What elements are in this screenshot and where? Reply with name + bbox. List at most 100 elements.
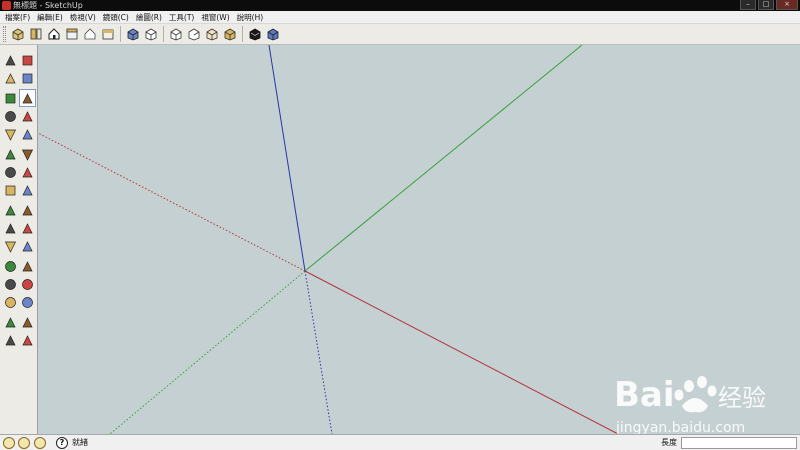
home-view-button[interactable] (45, 25, 63, 43)
zoom-next-tool[interactable] (19, 293, 36, 311)
position-camera-tool[interactable] (2, 313, 19, 331)
title-bar: 無標題 - SketchUp – □ × (0, 0, 800, 11)
sign-in-icon[interactable] (34, 437, 46, 449)
menu-edit[interactable]: 編輯(E) (35, 11, 68, 24)
layout-icon (102, 29, 114, 40)
zoom-previous-tool[interactable] (2, 293, 19, 311)
warehouse-button[interactable] (63, 25, 81, 43)
palette-row (1, 51, 37, 69)
axes-tool[interactable] (2, 237, 19, 255)
rotate-tool[interactable] (2, 163, 19, 181)
look-around-tool[interactable] (19, 313, 36, 331)
pencil-icon (22, 92, 33, 103)
length-input[interactable] (681, 437, 797, 449)
zoom-previous-icon (5, 296, 16, 308)
move-icon (5, 148, 16, 159)
walk-tool[interactable] (2, 331, 19, 349)
polygon-tool[interactable] (2, 125, 19, 143)
status-text: 就緒 (72, 438, 88, 447)
minimize-button[interactable]: – (740, 0, 756, 10)
blue-axis-negative (304, 270, 333, 434)
3d-text-tool[interactable] (19, 237, 36, 255)
front-view-button[interactable] (167, 25, 185, 43)
pan-tool[interactable] (19, 257, 36, 275)
menu-camera[interactable]: 鏡頭(C) (101, 11, 134, 24)
maximize-button[interactable]: □ (758, 0, 774, 10)
zoom-next-icon (22, 296, 33, 308)
menu-file[interactable]: 檔案(F) (3, 11, 35, 24)
toolbar-separator (120, 26, 121, 42)
arc-tool[interactable] (19, 107, 36, 125)
circle-tool[interactable] (2, 107, 19, 125)
palette-row (1, 89, 37, 107)
zoom-window-tool[interactable] (19, 275, 36, 293)
palette-row (1, 163, 37, 181)
eraser-icon (22, 55, 33, 65)
palette-row (1, 181, 37, 199)
menu-window[interactable]: 視窗(W) (199, 11, 234, 24)
red-axis-negative (38, 132, 306, 272)
orbit-tool[interactable] (2, 257, 19, 275)
eraser-tool[interactable] (19, 51, 36, 69)
menu-help[interactable]: 說明(H) (235, 11, 269, 24)
left-view-icon (224, 28, 236, 41)
palette-row (1, 237, 37, 255)
select-tool[interactable] (2, 51, 19, 69)
3d-text-icon (22, 240, 33, 251)
dimension-tool[interactable] (19, 201, 36, 219)
watermark-suffix: 经验 (718, 384, 766, 412)
protractor-icon (5, 222, 16, 233)
push-pull-icon (21, 149, 34, 161)
protractor-tool[interactable] (2, 219, 19, 237)
pencil-tool[interactable] (19, 89, 36, 107)
offset-tool[interactable] (19, 181, 36, 199)
xray-button[interactable] (246, 25, 264, 43)
tape-measure-icon (5, 204, 16, 215)
help-icon[interactable]: ? (56, 437, 68, 449)
push-pull-tool[interactable] (19, 145, 36, 163)
rotate-icon (5, 166, 16, 178)
geo-location-icon[interactable] (3, 437, 15, 449)
eraser-box-tool[interactable] (19, 69, 36, 87)
import-button[interactable] (27, 25, 45, 43)
paint-bucket-icon (5, 72, 16, 83)
menu-draw[interactable]: 繪圖(R) (134, 11, 167, 24)
freehand-tool[interactable] (19, 125, 36, 143)
front-view-icon (170, 28, 182, 41)
close-button[interactable]: × (776, 0, 798, 10)
palette-row (1, 275, 37, 293)
left-view-button[interactable] (221, 25, 239, 43)
menu-view[interactable]: 檢視(V) (68, 11, 101, 24)
back-view-button[interactable] (203, 25, 221, 43)
text-tool[interactable] (19, 219, 36, 237)
top-view-icon (145, 28, 157, 41)
toolbar-separator (163, 26, 164, 42)
top-view-button[interactable] (142, 25, 160, 43)
credits-icon[interactable] (18, 437, 30, 449)
rectangle-tool[interactable] (2, 89, 19, 107)
warehouse-icon (66, 28, 78, 40)
blue-axis-positive (268, 45, 306, 272)
layout-button[interactable] (99, 25, 117, 43)
toolbar-grip[interactable] (3, 26, 6, 42)
axes-icon (4, 241, 17, 253)
section-plane-tool[interactable] (19, 331, 36, 349)
right-view-button[interactable] (185, 25, 203, 43)
scale-tool[interactable] (2, 181, 19, 199)
tape-measure-tool[interactable] (2, 201, 19, 219)
follow-me-tool[interactable] (19, 163, 36, 181)
paint-bucket-tool[interactable] (2, 69, 19, 87)
house-share-button[interactable] (81, 25, 99, 43)
offset-icon (22, 184, 33, 195)
iso-view-button[interactable] (124, 25, 142, 43)
zoom-tool[interactable] (2, 275, 19, 293)
watermark-brand: Bai (614, 375, 675, 415)
palette-row (1, 125, 37, 143)
green-axis-negative (109, 270, 306, 434)
palette-row (1, 219, 37, 237)
wireframe-button[interactable] (264, 25, 282, 43)
component-button[interactable] (9, 25, 27, 43)
text-icon (22, 222, 33, 233)
move-tool[interactable] (2, 145, 19, 163)
menu-tools[interactable]: 工具(T) (167, 11, 199, 24)
